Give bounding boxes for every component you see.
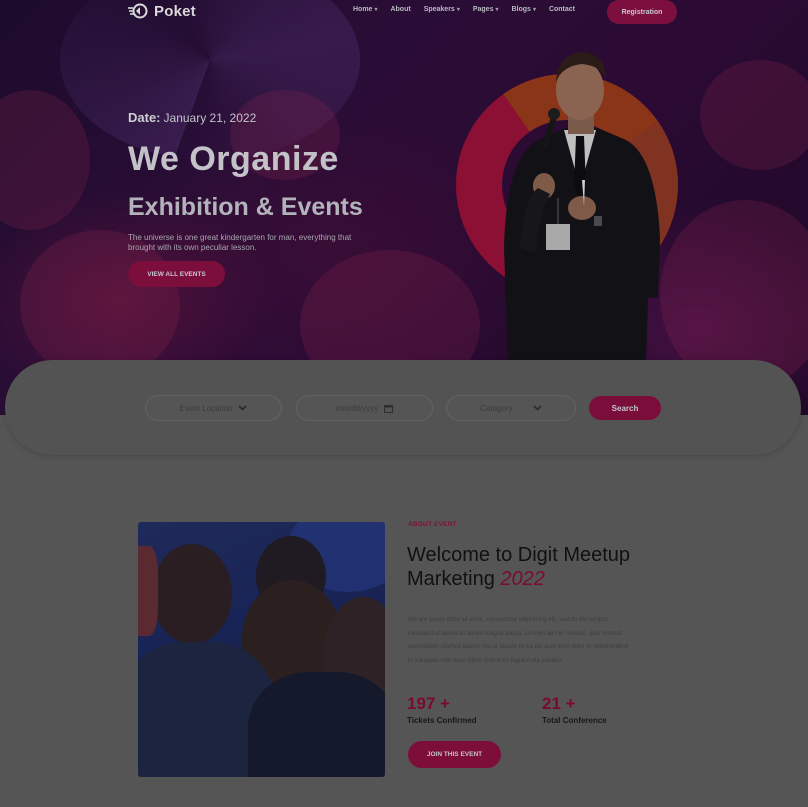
hero-tagline: The universe is one great kindergarten f…	[128, 233, 352, 252]
stat-conference-value: 21 +	[542, 694, 576, 713]
chevron-down-icon: ▾	[532, 7, 536, 13]
stat-tickets-label: Tickets Confirmed	[407, 716, 477, 725]
registration-button[interactable]: Registration	[607, 0, 677, 24]
nav-label: About	[390, 6, 411, 13]
view-all-events-button[interactable]: VIEW ALL EVENTS	[128, 261, 225, 287]
section-title: Welcome to Digit Meetup Marketing 2022	[407, 543, 687, 591]
event-location-label: Event Location	[179, 403, 233, 413]
hero-section: Poket Home ▾ About Speakers ▾ Pages ▾ Blogs…	[0, 0, 808, 415]
nav-item-blogs[interactable]: Blogs ▾	[511, 6, 535, 13]
hero-crowd-blur	[700, 60, 808, 170]
speaker-image	[504, 52, 660, 363]
about-event-photo	[138, 522, 385, 777]
hero-subheadline: Exhibition & Events	[128, 193, 363, 221]
nav-item-about[interactable]: About	[390, 6, 410, 13]
nav-label: Home	[353, 6, 373, 13]
chevron-down-icon	[238, 405, 248, 411]
search-button[interactable]: Search	[589, 396, 661, 420]
nav-item-pages[interactable]: Pages ▾	[473, 6, 499, 13]
date-label: Date:	[128, 110, 161, 125]
chevron-down-icon: ▾	[374, 7, 378, 13]
join-event-button[interactable]: JOIN THIS EVENT	[408, 741, 501, 768]
photo-shape	[138, 546, 158, 636]
nav-label: Blogs	[511, 6, 531, 13]
photo-shape	[152, 544, 232, 644]
calendar-icon	[384, 404, 394, 413]
stat-conference-label: Total Conference	[542, 716, 607, 725]
stat-tickets-value: 197 +	[407, 694, 451, 713]
event-location-select[interactable]: Event Location	[145, 395, 282, 421]
rocket-logo-icon	[128, 3, 148, 19]
event-date-input[interactable]: mm/dd/yyyy	[296, 395, 433, 421]
photo-shape	[248, 672, 385, 777]
category-label: Category	[480, 403, 513, 413]
event-date: Date: January 21, 2022	[128, 110, 256, 125]
nav-label: Pages	[472, 6, 494, 13]
chevron-down-icon: ▾	[456, 7, 460, 13]
chevron-down-icon: ▾	[495, 7, 499, 13]
date-placeholder: mm/dd/yyyy	[335, 403, 379, 413]
main-nav: Home ▾ About Speakers ▾ Pages ▾ Blogs ▾ Cont…	[353, 6, 588, 13]
nav-item-contact[interactable]: Contact	[549, 6, 575, 13]
brand-name: Poket	[154, 2, 196, 20]
hero-headline: We Organize	[128, 140, 339, 178]
nav-item-home[interactable]: Home ▾	[353, 6, 377, 13]
title-year: 2022	[500, 568, 545, 590]
category-select[interactable]: Category	[446, 395, 576, 421]
nav-item-speakers[interactable]: Speakers ▾	[424, 6, 460, 13]
nav-label: Speakers	[423, 6, 455, 13]
page: Poket Home ▾ About Speakers ▾ Pages ▾ Blogs…	[0, 0, 808, 807]
section-label: ABOUT EVENT	[408, 521, 457, 528]
chevron-down-icon	[533, 405, 542, 411]
section-body: We are ipsum dolor sit amet, consectetur…	[408, 617, 629, 664]
hero-crowd-blur	[0, 90, 90, 230]
date-value: January 21, 2022	[163, 111, 257, 125]
logo[interactable]: Poket	[128, 2, 196, 20]
nav-label: Contact	[548, 6, 576, 13]
